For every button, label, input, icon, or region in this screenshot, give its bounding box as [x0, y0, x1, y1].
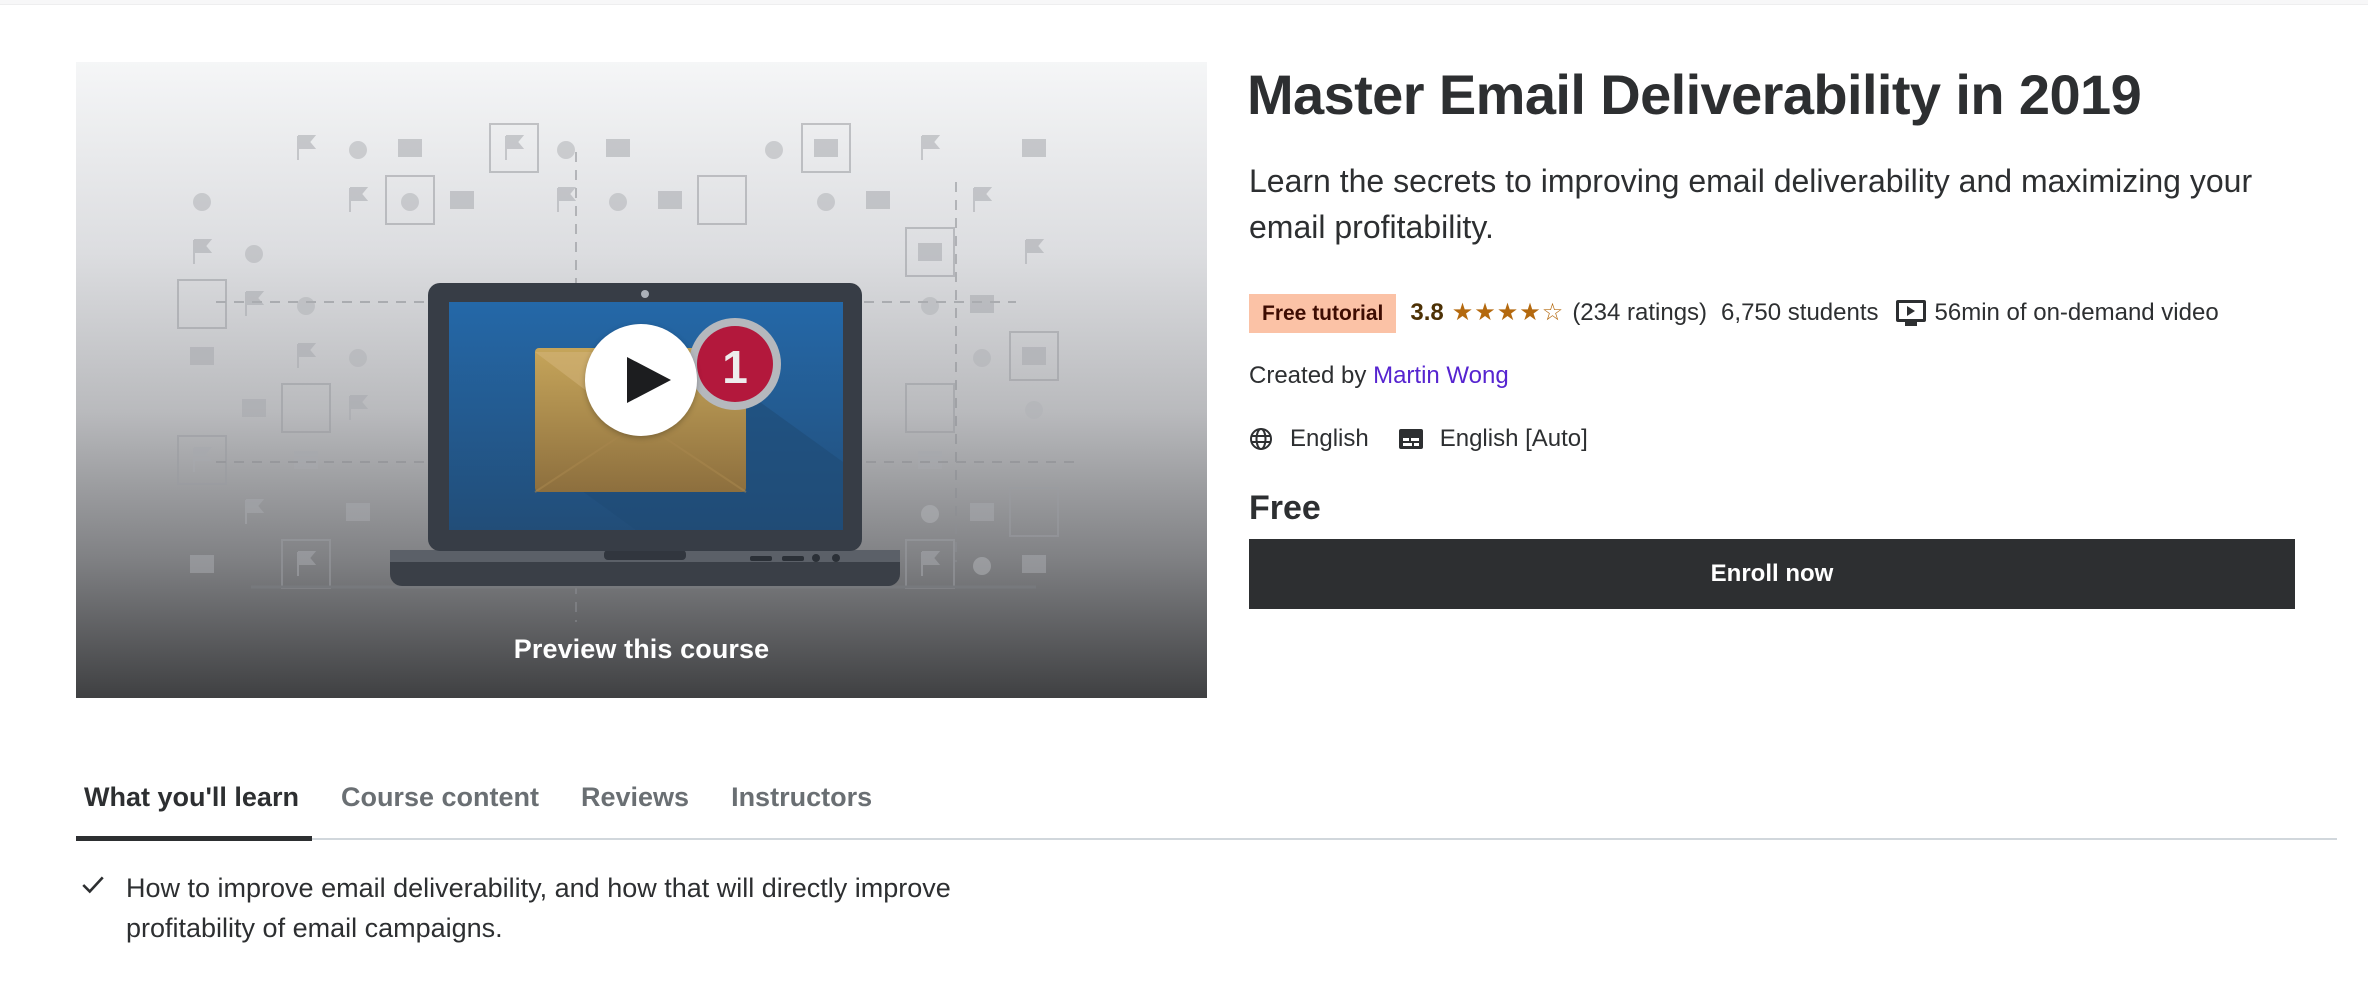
- course-language: English: [1290, 425, 1369, 452]
- created-by-label: Created by: [1249, 362, 1367, 389]
- students-count: 6,750 students: [1721, 299, 1879, 326]
- tab-course-content[interactable]: Course content: [333, 770, 547, 840]
- language-row: English English [Auto]: [1249, 422, 1588, 456]
- active-tab-indicator: [76, 836, 312, 841]
- video-length: 56min of on-demand video: [1934, 299, 2219, 326]
- course-meta-row: Free tutorial 3.8 ★ ★ ★ ★ ☆ (234 ratings) 6,…: [1249, 293, 2219, 333]
- created-by: Created by Martin Wong: [1249, 360, 1509, 392]
- tab-reviews[interactable]: Reviews: [573, 770, 697, 840]
- ratings-count-link[interactable]: (234 ratings): [1572, 299, 1707, 327]
- rating-value: 3.8: [1410, 299, 1444, 326]
- star-full-icon: ★: [1474, 299, 1496, 326]
- notification-badge: 1: [689, 318, 781, 410]
- star-full-icon: ★: [1451, 299, 1474, 326]
- course-subtitle: Learn the secrets to improving email del…: [1249, 163, 2253, 245]
- tab-what-youll-learn[interactable]: What you'll learn: [76, 770, 307, 840]
- tabs-divider: [76, 838, 2337, 840]
- top-strip: [0, 0, 2368, 5]
- free-tutorial-badge: Free tutorial: [1249, 293, 1397, 333]
- play-icon: [627, 357, 671, 403]
- play-button[interactable]: [585, 324, 697, 436]
- preview-this-course-label[interactable]: Preview this course: [76, 634, 1207, 665]
- check-icon: [82, 876, 104, 894]
- course-title: Master Email Deliverability in 2019: [1247, 63, 2142, 126]
- video-icon: [1895, 299, 1927, 327]
- rating-stars: ★ ★ ★ ★ ☆: [1452, 301, 1565, 325]
- enroll-now-button[interactable]: Enroll now: [1249, 539, 2295, 609]
- course-price: Free: [1249, 489, 1321, 527]
- star-full-icon: ★: [1496, 299, 1519, 326]
- globe-icon: [1250, 428, 1272, 450]
- tab-instructors[interactable]: Instructors: [723, 770, 880, 840]
- svg-text:1: 1: [722, 341, 748, 393]
- course-captions: English [Auto]: [1439, 425, 1588, 452]
- star-empty-icon: ☆: [1541, 299, 1564, 326]
- captions-icon: [1398, 429, 1423, 449]
- instructor-link[interactable]: Martin Wong: [1373, 362, 1509, 389]
- star-full-icon: ★: [1519, 299, 1541, 326]
- course-preview-video[interactable]: 1 Preview this course: [76, 62, 1207, 698]
- learn-list-item: How to improve email deliverability, and…: [80, 868, 1026, 948]
- learn-item-text: How to improve email deliverability, and…: [126, 873, 951, 943]
- course-tabs: What you'll learn Course content Reviews…: [76, 770, 906, 840]
